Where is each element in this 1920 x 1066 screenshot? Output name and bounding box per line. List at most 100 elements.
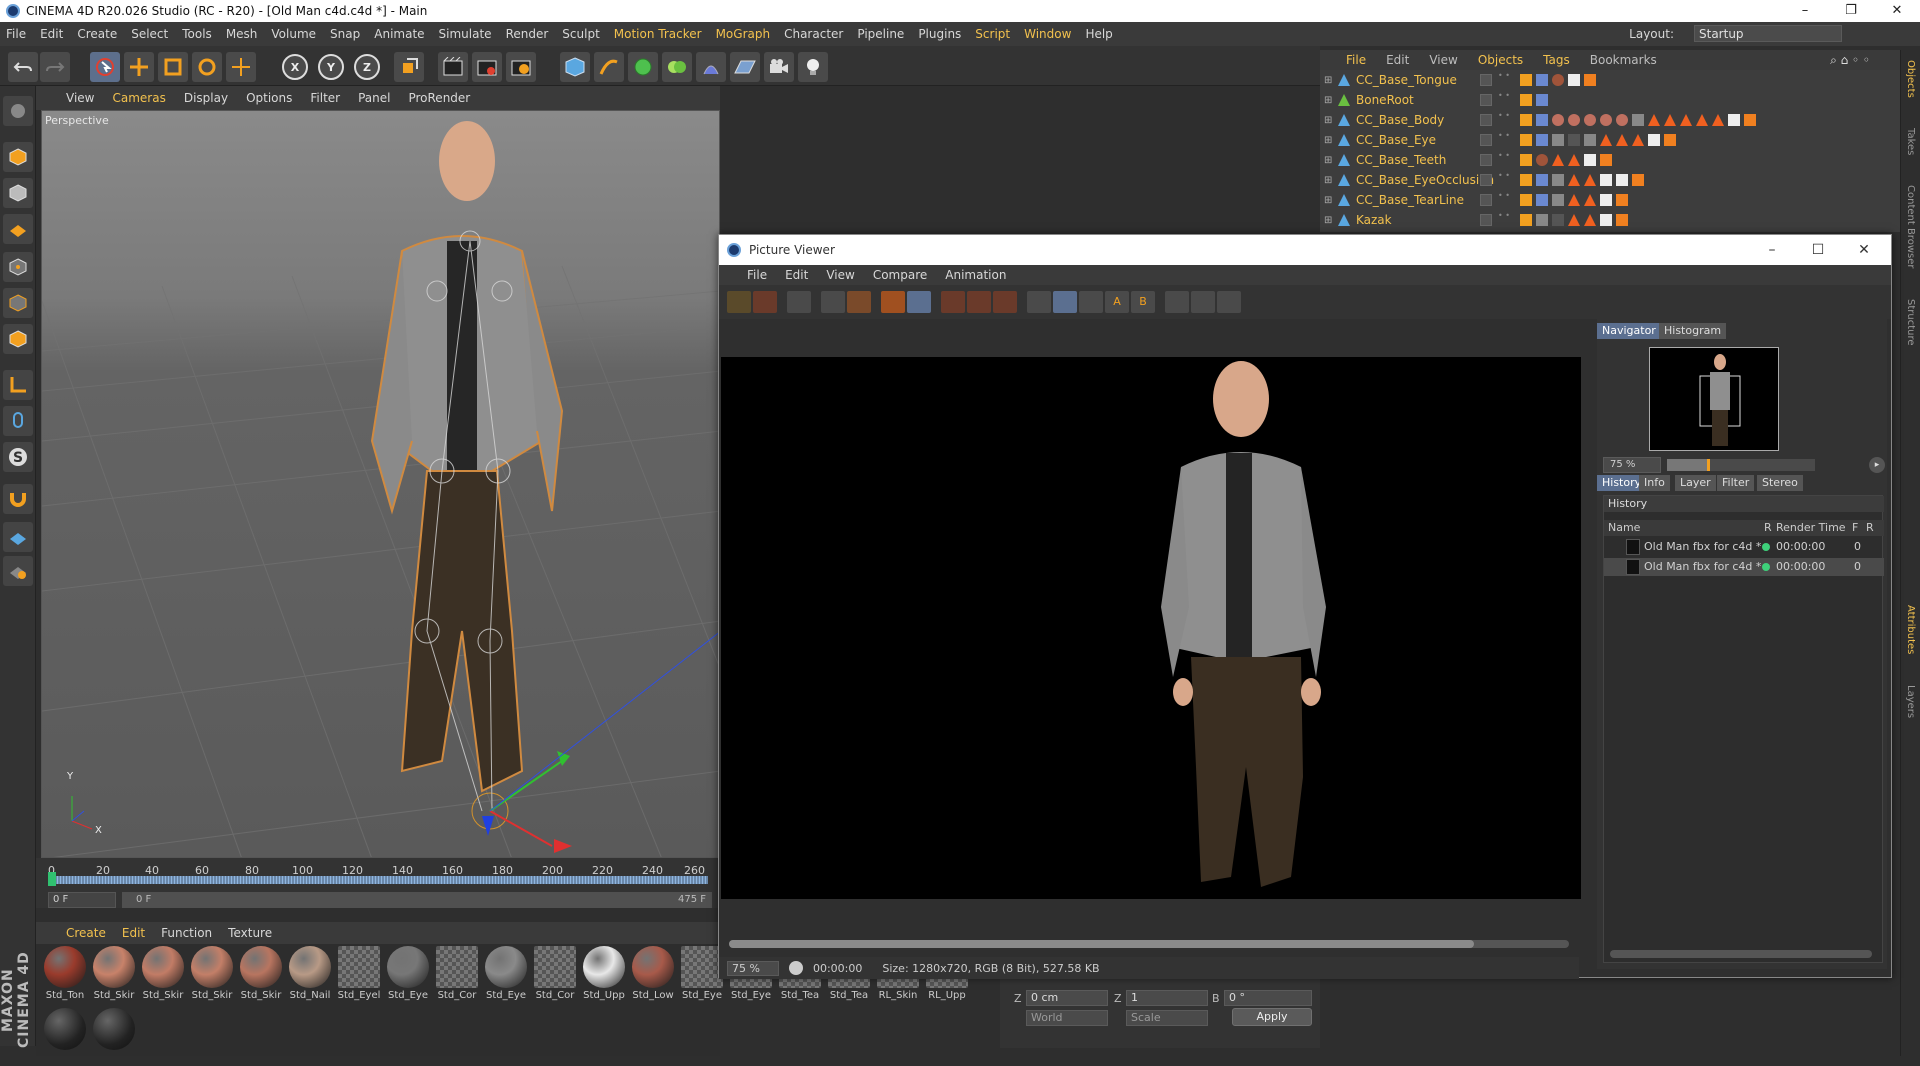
render-settings-icon[interactable] bbox=[506, 52, 536, 82]
menu-select[interactable]: Select bbox=[131, 27, 168, 41]
viewport-menu-display[interactable]: Display bbox=[184, 91, 228, 105]
material-tile[interactable] bbox=[42, 1008, 88, 1066]
texture-mode-icon[interactable] bbox=[3, 178, 33, 208]
render-visibility-dots[interactable]: • • bbox=[1498, 212, 1510, 220]
timeline-ruler[interactable]: 0 20 40 60 80 100 120 140 160 180 200 22… bbox=[48, 862, 708, 888]
navigator-zoom-field[interactable]: 75 % bbox=[1603, 457, 1661, 473]
redo-icon[interactable] bbox=[40, 52, 70, 82]
menu-volume[interactable]: Volume bbox=[271, 27, 316, 41]
apply-button[interactable]: Apply bbox=[1232, 1008, 1312, 1026]
navigator-thumbnail[interactable] bbox=[1649, 347, 1779, 451]
object-tag-icon[interactable] bbox=[1536, 174, 1548, 186]
render-picture-viewer-icon[interactable] bbox=[472, 52, 502, 82]
zoom-field[interactable]: 75 % bbox=[727, 960, 779, 976]
material-tile[interactable]: Std_Low bbox=[630, 946, 676, 1004]
material-menu-create[interactable]: Create bbox=[66, 926, 106, 940]
material-tile[interactable]: Std_Nail bbox=[287, 946, 333, 1004]
tab-histogram[interactable]: Histogram bbox=[1659, 323, 1727, 339]
set-b-icon[interactable]: B bbox=[1131, 291, 1155, 313]
open-file-icon[interactable] bbox=[727, 291, 751, 313]
object-tag-icon[interactable] bbox=[1568, 194, 1580, 206]
material-tile[interactable]: Std_Eyel bbox=[336, 946, 382, 1004]
perspective-viewport[interactable]: Perspective Y X bbox=[41, 110, 720, 858]
object-row[interactable]: ⊞ Kazak • • bbox=[1320, 210, 1900, 230]
material-tile[interactable]: Std_Cor bbox=[434, 946, 480, 1004]
expand-icon[interactable]: ⊞ bbox=[1324, 135, 1332, 146]
scrollbar-thumb[interactable] bbox=[729, 940, 1474, 948]
object-menu-edit[interactable]: Edit bbox=[1386, 53, 1409, 67]
object-name[interactable]: CC_Base_TearLine bbox=[1356, 193, 1464, 207]
tab-stereo[interactable]: Stereo bbox=[1757, 475, 1803, 491]
render-view-icon[interactable] bbox=[438, 52, 468, 82]
tab-navigator[interactable]: Navigator bbox=[1597, 323, 1661, 339]
magnet-icon[interactable] bbox=[3, 484, 33, 514]
object-tag-icon[interactable] bbox=[1584, 194, 1596, 206]
object-tag-icon[interactable] bbox=[1568, 174, 1580, 186]
material-tile[interactable]: Std_Ton bbox=[42, 946, 88, 1004]
object-row[interactable]: ⊞ CC_Base_Tongue • • bbox=[1320, 70, 1900, 90]
object-tag-icon[interactable] bbox=[1664, 134, 1676, 146]
object-name[interactable]: CC_Base_EyeOcclusion bbox=[1356, 173, 1494, 187]
menu-animate[interactable]: Animate bbox=[374, 27, 424, 41]
playhead-marker[interactable] bbox=[48, 872, 56, 886]
undo-icon[interactable] bbox=[8, 52, 38, 82]
menu-file[interactable]: File bbox=[6, 27, 26, 41]
object-row[interactable]: ⊞ CC_Base_Teeth • • bbox=[1320, 150, 1900, 170]
object-name[interactable]: CC_Base_Eye bbox=[1356, 133, 1436, 147]
object-tag-icon[interactable] bbox=[1536, 114, 1548, 126]
object-menu-bookmarks[interactable]: Bookmarks bbox=[1590, 53, 1657, 67]
expand-icon[interactable]: ⊞ bbox=[1324, 95, 1332, 106]
subdivision-surface-icon[interactable] bbox=[628, 52, 658, 82]
expand-icon[interactable]: ⊞ bbox=[1324, 75, 1332, 86]
cube-primitive-icon[interactable] bbox=[560, 52, 590, 82]
object-tag-icon[interactable] bbox=[1552, 214, 1564, 226]
visibility-toggle[interactable] bbox=[1480, 194, 1492, 206]
render-visibility-dots[interactable]: • • bbox=[1498, 172, 1510, 180]
side-tab-structure[interactable]: Structure bbox=[1905, 299, 1916, 346]
object-tag-icon[interactable] bbox=[1744, 114, 1756, 126]
preview-range-slider[interactable]: 0 F 475 F bbox=[122, 892, 712, 908]
object-row[interactable]: ⊞ BoneRoot • • bbox=[1320, 90, 1900, 110]
menu-create[interactable]: Create bbox=[77, 27, 117, 41]
object-tag-icon[interactable] bbox=[1616, 114, 1628, 126]
material-menu-function[interactable]: Function bbox=[161, 926, 212, 940]
object-tag-icon[interactable] bbox=[1632, 134, 1644, 146]
history-row-selected[interactable]: Old Man fbx for c4d * 00:00:00 0 bbox=[1604, 558, 1884, 576]
z-position-field[interactable]: 0 cm bbox=[1026, 990, 1108, 1006]
menu-help[interactable]: Help bbox=[1085, 27, 1112, 41]
cloner-icon[interactable] bbox=[662, 52, 692, 82]
viewport-menu-filter[interactable]: Filter bbox=[310, 91, 340, 105]
timeline-scrubber[interactable] bbox=[48, 872, 708, 886]
grid-view-icon[interactable] bbox=[787, 291, 811, 313]
compare-swap-icon[interactable] bbox=[1079, 291, 1103, 313]
model-mode-icon[interactable] bbox=[3, 142, 33, 172]
object-tag-icon[interactable] bbox=[1616, 194, 1628, 206]
object-tag-icon[interactable] bbox=[1600, 194, 1612, 206]
make-editable-icon[interactable] bbox=[3, 96, 33, 126]
object-tag-icon[interactable] bbox=[1520, 94, 1532, 106]
side-tab-layers[interactable]: Layers bbox=[1905, 685, 1916, 718]
side-tab-objects[interactable]: Objects bbox=[1905, 60, 1916, 98]
material-tile[interactable]: Std_Upp bbox=[581, 946, 627, 1004]
expand-icon[interactable]: ⊞ bbox=[1324, 115, 1332, 126]
object-tag-icon[interactable] bbox=[1600, 174, 1612, 186]
navigator-zoom-slider[interactable] bbox=[1667, 459, 1815, 471]
current-frame-field[interactable]: 0 F bbox=[48, 892, 116, 908]
material-menu-edit[interactable]: Edit bbox=[122, 926, 145, 940]
object-tag-icon[interactable] bbox=[1648, 114, 1660, 126]
object-row[interactable]: ⊞ CC_Base_Eye • • bbox=[1320, 130, 1900, 150]
tab-filter[interactable]: Filter bbox=[1717, 475, 1755, 491]
object-tag-icon[interactable] bbox=[1552, 174, 1564, 186]
object-tag-icon[interactable] bbox=[1536, 194, 1548, 206]
fit-view-icon[interactable] bbox=[821, 291, 845, 313]
render-visibility-dots[interactable]: • • bbox=[1498, 92, 1510, 100]
compare-split-icon[interactable] bbox=[1053, 291, 1077, 313]
light-icon[interactable] bbox=[798, 52, 828, 82]
object-tag-icon[interactable] bbox=[1536, 134, 1548, 146]
object-tag-icon[interactable] bbox=[1568, 74, 1580, 86]
object-menu-file[interactable]: File bbox=[1346, 53, 1366, 67]
snapping-icon[interactable]: S bbox=[3, 442, 33, 472]
object-tag-icon[interactable] bbox=[1664, 114, 1676, 126]
side-tab-attributes[interactable]: Attributes bbox=[1905, 605, 1916, 654]
render-visibility-dots[interactable]: • • bbox=[1498, 192, 1510, 200]
